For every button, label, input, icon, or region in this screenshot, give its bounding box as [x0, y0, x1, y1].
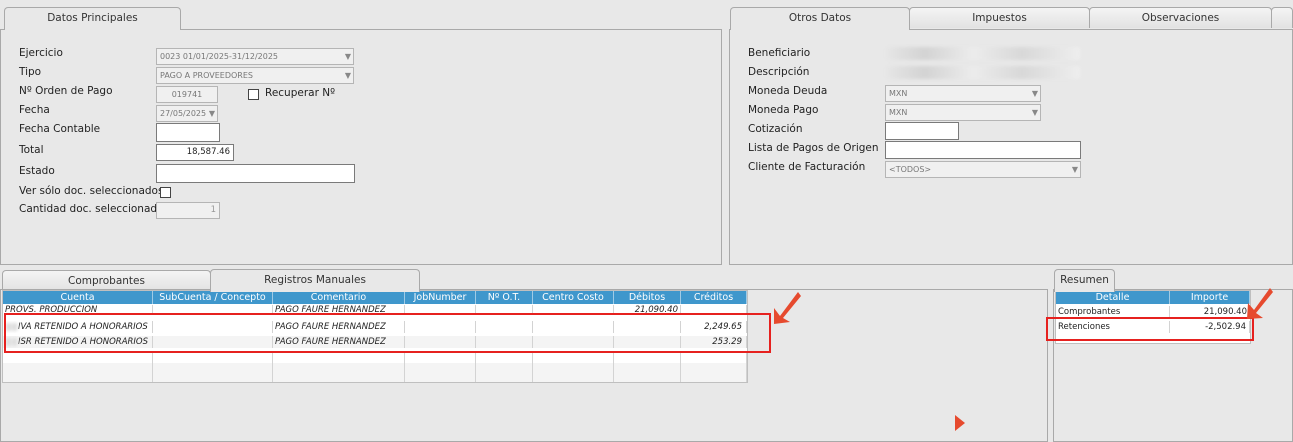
chevron-down-icon: ▼	[1031, 108, 1038, 117]
col-ot[interactable]: Nº O.T.	[476, 291, 533, 304]
otros-datos-panel: Beneficiario Descripción Moneda Deuda MX…	[729, 29, 1293, 265]
moneda-pago-label: Moneda Pago	[748, 104, 819, 116]
chevron-down-icon: ▼	[208, 109, 215, 118]
moneda-deuda-select[interactable]: MXN ▼	[885, 85, 1041, 102]
chevron-down-icon: ▼	[344, 71, 351, 80]
col-centro-costo[interactable]: Centro Costo	[533, 291, 614, 304]
col-subcuenta[interactable]: SubCuenta / Concepto	[153, 291, 273, 304]
estado-label: Estado	[19, 165, 55, 177]
beneficiario-value-redacted	[886, 47, 1080, 60]
tipo-select[interactable]: PAGO A PROVEEDORES ▼	[156, 67, 354, 84]
tipo-label: Tipo	[19, 66, 42, 78]
fecha-contable-input[interactable]	[156, 123, 220, 142]
col-comentario[interactable]: Comentario	[273, 291, 405, 304]
chevron-down-icon: ▼	[344, 52, 351, 61]
resumen-grid-header: Detalle Importe	[1056, 291, 1250, 304]
lista-pagos-input[interactable]	[885, 141, 1081, 159]
orden-pago-label: Nº Orden de Pago	[19, 85, 113, 97]
estado-input[interactable]	[156, 164, 355, 183]
ejercicio-label: Ejercicio	[19, 47, 63, 59]
descripcion-label: Descripción	[748, 66, 810, 78]
cantidad-input[interactable]: 1	[156, 202, 220, 219]
lista-pagos-label: Lista de Pagos de Origen	[748, 142, 879, 154]
fecha-input[interactable]: 27/05/2025 ▼	[156, 105, 218, 122]
recuperar-label: Recuperar Nº	[265, 87, 336, 99]
orden-pago-input[interactable]: 019741	[156, 86, 218, 103]
tab-registros-manuales[interactable]: Registros Manuales	[210, 269, 420, 292]
total-input[interactable]: 18,587.46	[156, 144, 234, 161]
cotizacion-input[interactable]	[885, 122, 959, 140]
fecha-label: Fecha	[19, 104, 50, 116]
tab-otros-datos[interactable]: Otros Datos	[730, 7, 910, 30]
tab-resumen[interactable]: Resumen	[1054, 269, 1115, 292]
moneda-deuda-label: Moneda Deuda	[748, 85, 828, 97]
highlight-box-retenciones	[4, 313, 771, 353]
moneda-pago-select[interactable]: MXN ▼	[885, 104, 1041, 121]
col-importe[interactable]: Importe	[1170, 291, 1250, 304]
tab-datos-principales[interactable]: Datos Principales	[4, 7, 181, 30]
tab-impuestos[interactable]: Impuestos	[909, 7, 1090, 28]
col-cuenta[interactable]: Cuenta	[3, 291, 153, 304]
arrow-icon	[1247, 288, 1273, 319]
col-detalle[interactable]: Detalle	[1056, 291, 1170, 304]
tab-observaciones[interactable]: Observaciones	[1089, 7, 1272, 28]
cantidad-label: Cantidad doc. seleccionados	[19, 203, 169, 215]
cliente-facturacion-select[interactable]: <TODOS> ▼	[885, 161, 1081, 178]
arrow-icon	[774, 292, 801, 324]
ver-solo-label: Ver sólo doc. seleccionados	[19, 185, 164, 197]
highlight-box-resumen	[1046, 317, 1254, 341]
registros-panel: Cuenta SubCuenta / Concepto Comentario J…	[0, 289, 1048, 442]
play-triangle-icon	[955, 415, 965, 431]
cotizacion-label: Cotización	[748, 123, 803, 135]
recuperar-checkbox[interactable]	[248, 89, 259, 100]
chevron-down-icon: ▼	[1031, 89, 1038, 98]
col-jobnumber[interactable]: JobNumber	[405, 291, 476, 304]
col-creditos[interactable]: Créditos	[681, 291, 747, 304]
fecha-contable-label: Fecha Contable	[19, 123, 101, 135]
ejercicio-select[interactable]: 0023 01/01/2025-31/12/2025 ▼	[156, 48, 354, 65]
tab-overflow[interactable]	[1271, 7, 1293, 28]
table-row-empty[interactable]	[3, 363, 747, 382]
beneficiario-label: Beneficiario	[748, 47, 811, 59]
col-debitos[interactable]: Débitos	[614, 291, 681, 304]
tab-comprobantes[interactable]: Comprobantes	[2, 270, 211, 291]
chevron-down-icon: ▼	[1071, 165, 1078, 174]
descripcion-value-redacted	[886, 66, 1080, 79]
registros-grid-header: Cuenta SubCuenta / Concepto Comentario J…	[3, 291, 747, 304]
total-label: Total	[19, 144, 44, 156]
cliente-facturacion-label: Cliente de Facturación	[748, 161, 866, 173]
datos-principales-panel: Ejercicio 0023 01/01/2025-31/12/2025 ▼ Ti…	[0, 29, 722, 265]
ver-solo-checkbox[interactable]	[160, 187, 171, 198]
